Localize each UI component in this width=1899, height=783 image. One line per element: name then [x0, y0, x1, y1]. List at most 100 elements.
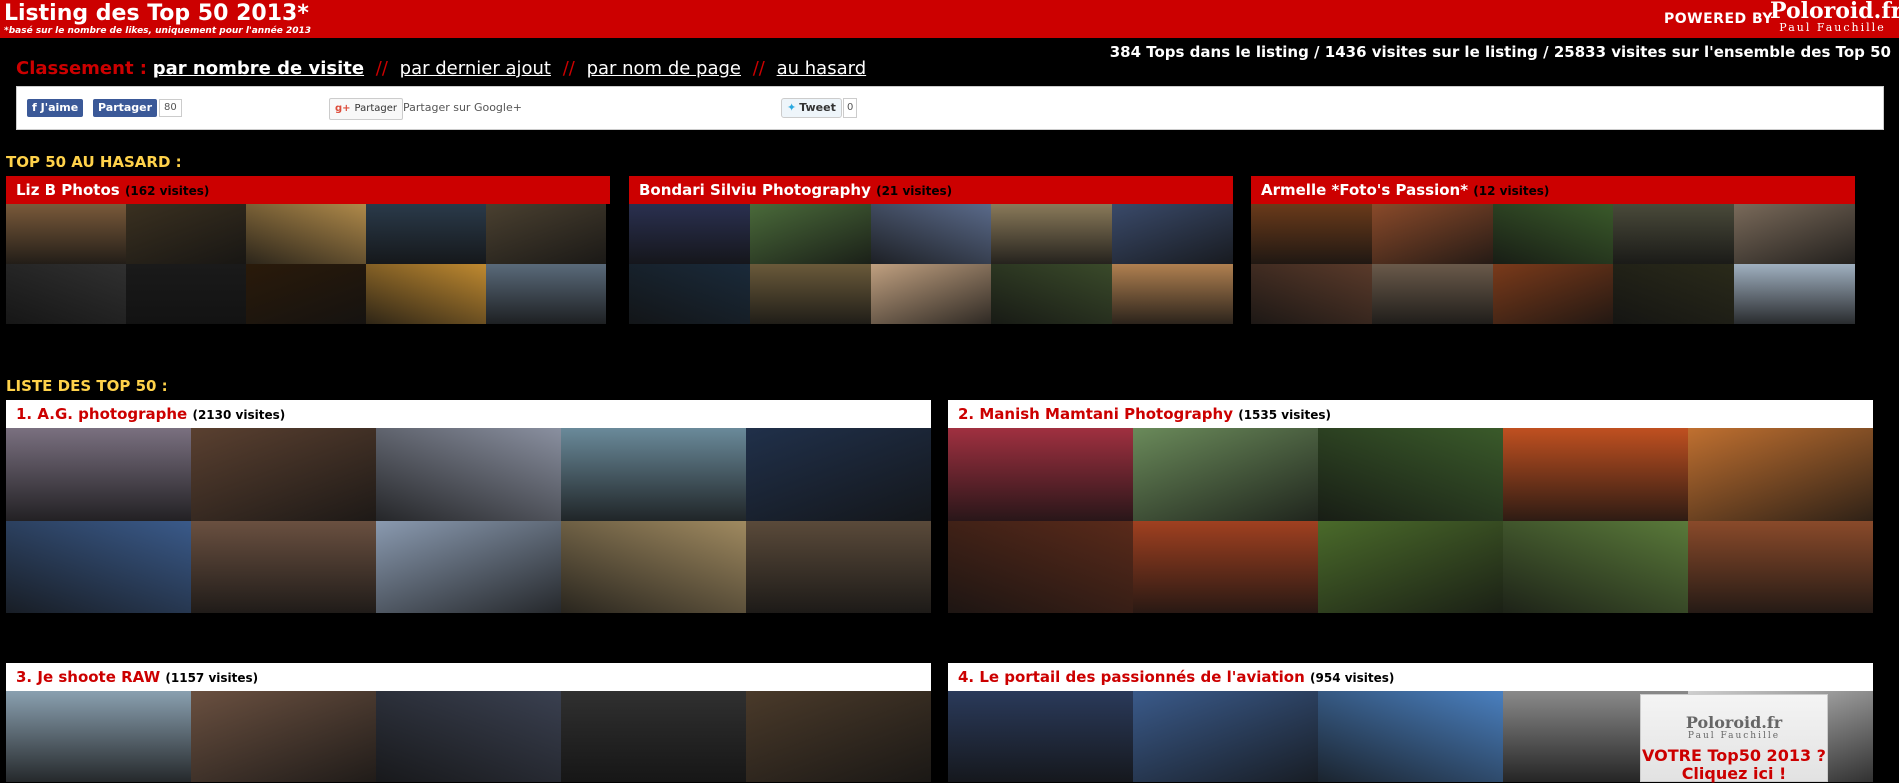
card-visits: (954 visites): [1310, 671, 1395, 685]
card-header[interactable]: Bondari Silviu Photography (21 visites): [629, 176, 1233, 204]
poloroid-logo[interactable]: Poloroid.fr Paul Fauchille: [1770, 0, 1899, 38]
promo-line1: VOTRE Top50 2013 ?: [1642, 746, 1826, 765]
sort-separator: //: [375, 58, 388, 79]
photo-thumbnail[interactable]: [191, 520, 376, 613]
photo-thumbnail[interactable]: [1318, 691, 1503, 782]
photo-thumbnail[interactable]: [246, 264, 366, 324]
card-header[interactable]: 1. A.G. photographe (2130 visites): [6, 400, 931, 428]
promo-logo-sub: Paul Fauchille: [1687, 731, 1781, 741]
photo-thumbnail[interactable]: [1133, 520, 1318, 613]
tweet-label: Tweet: [799, 101, 836, 114]
photo-thumbnail[interactable]: [629, 204, 750, 264]
list-section-title: LISTE DES TOP 50 :: [6, 377, 168, 395]
photo-thumbnail[interactable]: [749, 204, 871, 264]
photo-thumbnail[interactable]: [1734, 204, 1855, 264]
photo-thumbnail[interactable]: [749, 264, 871, 324]
powered-by-label: POWERED BY: [1664, 11, 1774, 27]
card-visits: (2130 visites): [192, 408, 286, 422]
photo-thumbnail[interactable]: [376, 428, 561, 521]
card-visits: (21 visites): [876, 184, 953, 198]
photo-thumbnail[interactable]: [1251, 204, 1372, 264]
thumbnail-grid: [6, 691, 931, 782]
sort-random-link[interactable]: au hasard: [777, 58, 867, 79]
card-header[interactable]: Armelle *Foto's Passion* (12 visites): [1251, 176, 1855, 204]
page-title: Listing des Top 50 2013*: [4, 1, 309, 26]
photo-thumbnail[interactable]: [126, 204, 246, 264]
card-visits: (162 visites): [124, 184, 210, 198]
photo-thumbnail[interactable]: [746, 520, 931, 613]
photo-thumbnail[interactable]: [486, 204, 606, 264]
photo-thumbnail[interactable]: [1371, 264, 1493, 324]
photo-thumbnail[interactable]: [870, 204, 992, 264]
sort-separator: //: [562, 58, 575, 79]
promo-box[interactable]: Poloroid.fr Paul Fauchille VOTRE Top50 2…: [1640, 694, 1828, 783]
sort-separator: //: [752, 58, 765, 79]
promo-logo: Poloroid.fr: [1685, 713, 1783, 732]
photo-thumbnail[interactable]: [991, 204, 1113, 264]
sort-by-visits-link[interactable]: par nombre de visite: [153, 58, 364, 79]
thumbnail-grid: [1251, 204, 1855, 324]
photo-thumbnail[interactable]: [1613, 264, 1735, 324]
photo-thumbnail[interactable]: [1251, 264, 1372, 324]
photo-thumbnail[interactable]: [1734, 264, 1855, 324]
photo-thumbnail[interactable]: [948, 691, 1133, 782]
photo-thumbnail[interactable]: [1503, 428, 1688, 521]
photo-thumbnail[interactable]: [191, 691, 376, 782]
card-header[interactable]: 4. Le portail des passionnés de l'aviati…: [948, 663, 1873, 691]
photo-thumbnail[interactable]: [746, 691, 931, 782]
photo-thumbnail[interactable]: [6, 204, 126, 264]
photo-thumbnail[interactable]: [1318, 520, 1503, 613]
google-plus-share-label: Partager: [354, 103, 398, 114]
photo-thumbnail[interactable]: [1112, 204, 1233, 264]
photo-thumbnail[interactable]: [1112, 264, 1233, 324]
sort-label: Classement :: [16, 58, 148, 79]
photo-thumbnail[interactable]: [1492, 264, 1614, 324]
card-title: 3. Je shoote RAW: [16, 668, 161, 686]
photo-thumbnail[interactable]: [991, 264, 1113, 324]
google-plus-share-button[interactable]: g+ Partager: [329, 98, 404, 120]
photo-thumbnail[interactable]: [126, 264, 246, 324]
promo-line2: Cliquez ici !: [1681, 764, 1787, 783]
photo-thumbnail[interactable]: [486, 264, 606, 324]
photo-thumbnail[interactable]: [6, 520, 191, 613]
photo-thumbnail[interactable]: [870, 264, 992, 324]
tweet-count: 0: [843, 98, 858, 118]
photo-thumbnail[interactable]: [1503, 520, 1688, 613]
sort-by-latest-link[interactable]: par dernier ajout: [400, 58, 551, 79]
logo-sub-text: Paul Fauchille: [1779, 21, 1886, 34]
card-header[interactable]: 2. Manish Mamtani Photography (1535 visi…: [948, 400, 1873, 428]
photo-thumbnail[interactable]: [6, 264, 126, 324]
photo-thumbnail[interactable]: [1688, 520, 1873, 613]
photo-thumbnail[interactable]: [1492, 204, 1614, 264]
photo-thumbnail[interactable]: [629, 264, 750, 324]
facebook-share-button[interactable]: Partager: [93, 99, 158, 117]
photo-thumbnail[interactable]: [561, 428, 746, 521]
photo-thumbnail[interactable]: [376, 691, 561, 782]
photo-thumbnail[interactable]: [1371, 204, 1493, 264]
facebook-icon: f: [32, 101, 41, 114]
photo-thumbnail[interactable]: [561, 691, 746, 782]
photo-thumbnail[interactable]: [948, 520, 1133, 613]
photo-thumbnail[interactable]: [1133, 428, 1318, 521]
photo-thumbnail[interactable]: [746, 428, 931, 521]
photo-thumbnail[interactable]: [246, 204, 366, 264]
sort-by-name-link[interactable]: par nom de page: [587, 58, 741, 79]
photo-thumbnail[interactable]: [376, 520, 561, 613]
photo-thumbnail[interactable]: [561, 520, 746, 613]
photo-thumbnail[interactable]: [191, 428, 376, 521]
facebook-like-button[interactable]: f J'aime: [27, 99, 84, 117]
photo-thumbnail[interactable]: [366, 264, 486, 324]
photo-thumbnail[interactable]: [6, 691, 191, 782]
photo-thumbnail[interactable]: [1613, 204, 1735, 264]
photo-thumbnail[interactable]: [366, 204, 486, 264]
card-header[interactable]: Liz B Photos (162 visites): [6, 176, 610, 204]
random-section-title: TOP 50 AU HASARD :: [6, 153, 182, 171]
photo-thumbnail[interactable]: [6, 428, 191, 521]
tweet-button[interactable]: ✦ Tweet: [781, 98, 842, 118]
photo-thumbnail[interactable]: [1133, 691, 1318, 782]
card-header[interactable]: 3. Je shoote RAW (1157 visites): [6, 663, 931, 691]
photo-thumbnail[interactable]: [1318, 428, 1503, 521]
social-share-bar: f J'aime Partager 80 g+ Partager Partager…: [16, 86, 1884, 130]
photo-thumbnail[interactable]: [948, 428, 1133, 521]
photo-thumbnail[interactable]: [1688, 428, 1873, 521]
